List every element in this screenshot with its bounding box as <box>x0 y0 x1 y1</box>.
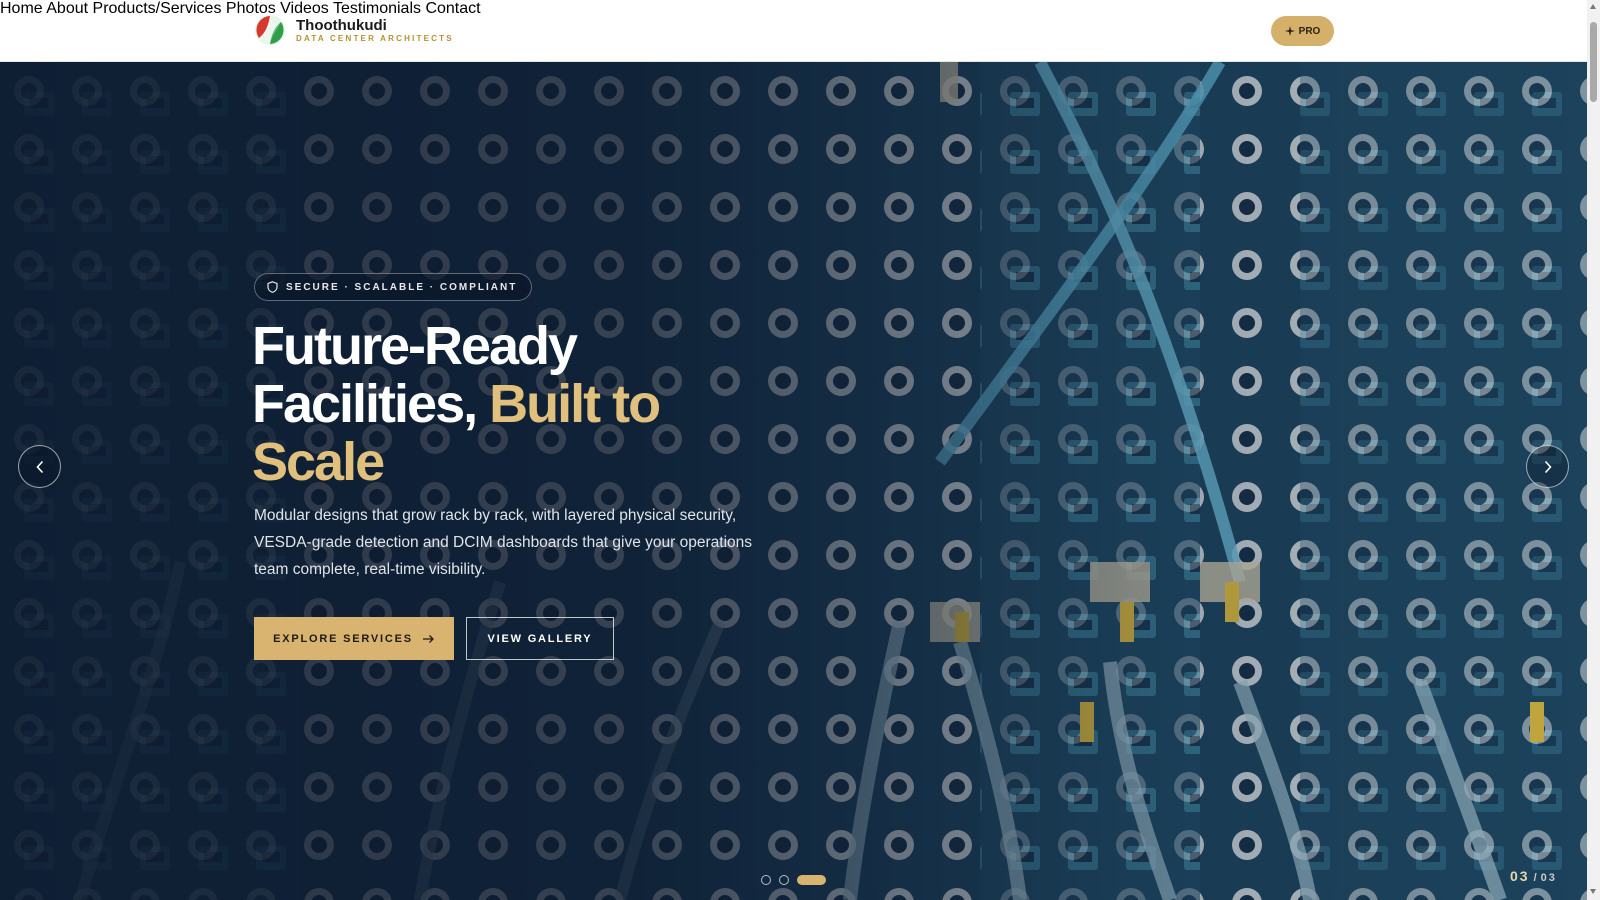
headline-line-1: Future-Ready <box>252 316 578 376</box>
headline-accent-2: Scale <box>252 432 385 492</box>
brand-tagline: DATA CENTER ARCHITECTS <box>296 34 454 43</box>
slide-dot-2[interactable] <box>779 875 789 885</box>
slide-dot-1[interactable] <box>761 875 771 885</box>
chevron-left-icon <box>35 460 43 473</box>
nav-item-home[interactable]: Home <box>0 0 43 17</box>
nav-item-contact[interactable]: Contact <box>425 0 480 17</box>
slider-next-button[interactable] <box>1526 445 1569 488</box>
chevron-right-icon <box>1544 460 1552 473</box>
shield-icon <box>267 281 278 293</box>
brand-name[interactable]: Thoothukudi <box>296 17 387 34</box>
nav-item-products-services[interactable]: Products/Services <box>93 0 222 17</box>
slide-counter-current: 03 <box>1510 868 1530 884</box>
nav-item-about[interactable]: About <box>46 0 88 17</box>
hero-headline: Future-Ready Facilities, Built to Scale <box>252 317 772 491</box>
nav-item-videos[interactable]: Videos <box>280 0 329 17</box>
hero-overlay <box>0 62 1587 900</box>
hero-description: Modular designs that grow rack by rack, … <box>254 507 753 578</box>
slide-counter-separator: / <box>1533 872 1537 884</box>
slider-pagination <box>761 875 826 885</box>
arrow-right-icon <box>422 634 434 643</box>
pro-button[interactable]: PRO <box>1271 16 1334 46</box>
headline-accent-1: Built to <box>489 374 661 434</box>
scrollbar-thumb[interactable] <box>1590 22 1597 102</box>
view-gallery-label: VIEW GALLERY <box>487 632 593 645</box>
slide-counter: 03/03 <box>1510 868 1557 886</box>
page-scrollbar[interactable] <box>1587 0 1600 900</box>
hero-slider: SECURE · SCALABLE · COMPLIANT Future-Rea… <box>0 62 1587 900</box>
pro-button-label: PRO <box>1298 25 1321 37</box>
slide-dot-3-active[interactable] <box>797 875 826 885</box>
hero-badge-text: SECURE · SCALABLE · COMPLIANT <box>286 281 518 293</box>
top-navbar: Thoothukudi DATA CENTER ARCHITECTS Home … <box>0 0 1587 62</box>
brand-logo-icon[interactable] <box>254 14 286 46</box>
headline-line-2: Facilities, <box>252 374 490 434</box>
slider-prev-button[interactable] <box>18 445 61 488</box>
explore-services-button[interactable]: EXPLORE SERVICES <box>254 617 454 660</box>
main-menu: Home About Products/Services Photos Vide… <box>0 0 1587 18</box>
nav-item-testimonials[interactable]: Testimonials <box>333 0 421 17</box>
slide-counter-total: 03 <box>1540 872 1557 884</box>
view-gallery-button[interactable]: VIEW GALLERY <box>466 617 614 660</box>
explore-services-label: EXPLORE SERVICES <box>273 632 413 645</box>
sparkle-icon <box>1284 26 1295 36</box>
hero-badge: SECURE · SCALABLE · COMPLIANT <box>254 273 533 301</box>
scroll-down-arrow-icon[interactable] <box>1590 889 1596 894</box>
scroll-up-arrow-icon[interactable] <box>1590 4 1596 9</box>
